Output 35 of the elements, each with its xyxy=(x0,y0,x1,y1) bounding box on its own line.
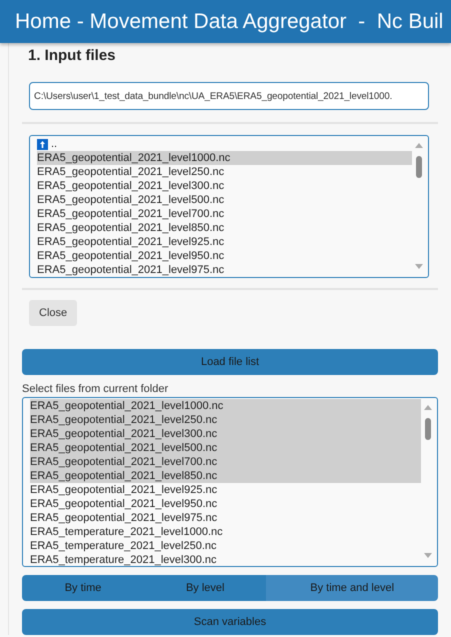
load-file-list-button[interactable]: Load file list xyxy=(22,349,438,375)
file-list-item[interactable]: ERA5_geopotential_2021_level950.nc xyxy=(30,497,421,511)
close-button[interactable]: Close xyxy=(29,300,78,326)
file-list-item[interactable]: ERA5_temperature_2021_level1000.nc xyxy=(30,525,421,539)
file-browser-item[interactable]: ERA5_geopotential_2021_level700.nc xyxy=(37,207,412,221)
file-browser-item[interactable]: ERA5_geopotential_2021_level500.nc xyxy=(37,193,412,207)
file-list-item[interactable]: ERA5_geopotential_2021_level700.nc xyxy=(30,455,421,469)
segment-tab[interactable]: By time xyxy=(22,575,144,601)
file-browser-item[interactable]: ERA5_geopotential_2021_level950.nc xyxy=(37,249,412,263)
segment-tab[interactable]: By time and level xyxy=(266,575,438,601)
file-browser-item[interactable]: ERA5_geopotential_2021_level850.nc xyxy=(37,221,412,235)
folder-up-icon xyxy=(37,138,48,150)
window-title: Home - Movement Data Aggregator - Nc Buil xyxy=(15,10,444,34)
file-list-item[interactable]: ERA5_geopotential_2021_level850.nc xyxy=(30,469,421,483)
file-browser-item[interactable]: ERA5_geopotential_2021_level250.nc xyxy=(37,165,412,179)
file-browser-item[interactable]: .. xyxy=(37,137,412,151)
file-list-item[interactable]: ERA5_geopotential_2021_level300.nc xyxy=(30,427,421,441)
file-browser-item[interactable]: ERA5_geopotential_2021_level925.nc xyxy=(37,235,412,249)
file-browser-item[interactable]: ERA5_geopotential_2021_level975.nc xyxy=(37,263,412,277)
file-list-item[interactable]: ERA5_geopotential_2021_level925.nc xyxy=(30,483,421,497)
file-browser-item[interactable]: ERA5_geopotential_2021_level300.nc xyxy=(37,179,412,193)
file-list-item[interactable]: ERA5_geopotential_2021_level500.nc xyxy=(30,441,421,455)
section-title: 1. Input files xyxy=(28,47,117,64)
file-list-item[interactable]: ERA5_geopotential_2021_level975.nc xyxy=(30,511,421,525)
segment-tab[interactable]: By level xyxy=(144,575,266,601)
file-list[interactable] xyxy=(22,397,438,567)
list-label: Select files from current folder xyxy=(22,383,170,395)
file-list-item[interactable]: ERA5_temperature_2021_level300.nc xyxy=(30,553,421,566)
path-field[interactable]: C:\Users\user\1_test_data_bundle\nc\UA_ERA5\ERA5_geopotential_2021_level1000. xyxy=(29,82,429,110)
file-list-item[interactable]: ERA5_geopotential_2021_level250.nc xyxy=(30,413,421,427)
file-list-item[interactable]: ERA5_geopotential_2021_level1000.nc xyxy=(30,399,421,413)
file-browser[interactable] xyxy=(29,135,429,278)
scan-variables-button[interactable]: Scan variables xyxy=(22,609,438,635)
file-browser-item[interactable]: ERA5_geopotential_2021_level1000.nc xyxy=(37,151,412,165)
file-list-item[interactable]: ERA5_temperature_2021_level250.nc xyxy=(30,539,421,553)
